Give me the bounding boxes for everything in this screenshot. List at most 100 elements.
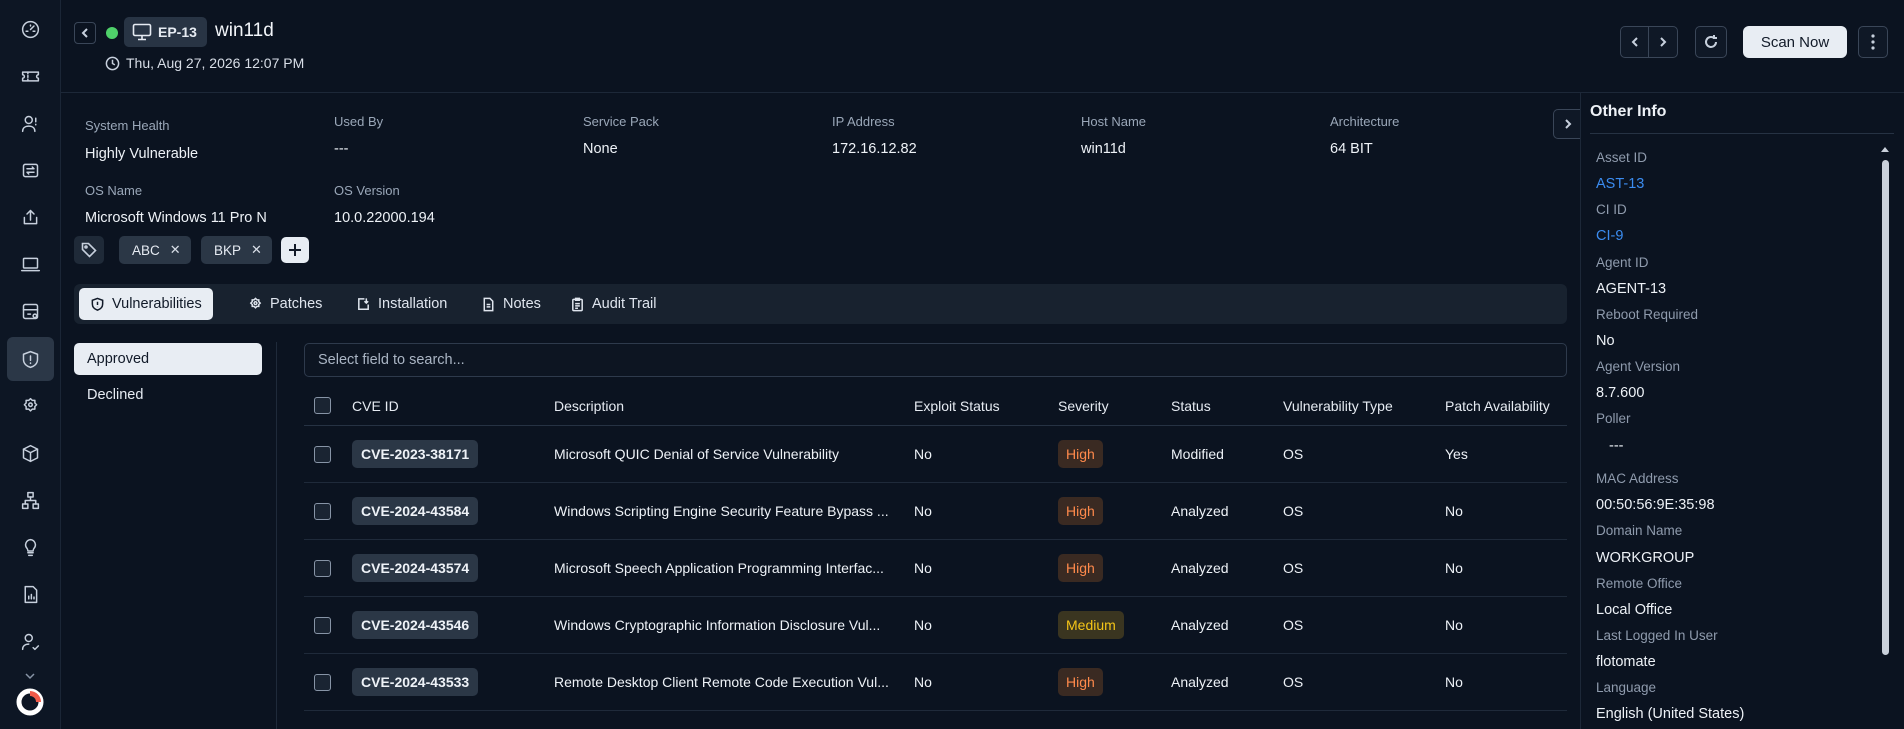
exploit-status-cell: No <box>914 617 932 633</box>
patch-icon <box>249 296 262 309</box>
monitor-icon <box>132 23 152 41</box>
scan-now-button[interactable]: Scan Now <box>1743 26 1847 58</box>
tab-audit-trail[interactable]: Audit Trail <box>559 288 667 320</box>
architecture-label: Architecture <box>1330 114 1400 129</box>
table-row[interactable]: CVE-2024-43533 Remote Desktop Client Rem… <box>304 654 1567 711</box>
collapse-panel-button[interactable] <box>1553 109 1581 139</box>
system-health-label: System Health <box>85 118 170 133</box>
cve-id-link[interactable]: CVE-2024-43546 <box>352 611 479 639</box>
cve-id-cell: CVE-2024-43574 <box>352 540 479 596</box>
online-status-dot <box>106 27 118 39</box>
table-row[interactable]: CVE-2024-43546 Windows Cryptographic Inf… <box>304 597 1567 654</box>
filter-approved[interactable]: Approved <box>74 343 262 375</box>
table-row[interactable]: CVE-2024-43584 Windows Scripting Engine … <box>304 483 1567 540</box>
column-header-severity[interactable]: Severity <box>1058 386 1109 425</box>
previous-record-button[interactable] <box>1621 27 1650 57</box>
tab-label: Audit Trail <box>592 296 657 312</box>
back-button[interactable] <box>74 22 96 44</box>
tag-icon <box>74 236 104 264</box>
table-row[interactable]: CVE-2023-38171 Microsoft QUIC Denial of … <box>304 426 1567 483</box>
kebab-menu-icon <box>1871 34 1875 50</box>
column-header-description[interactable]: Description <box>554 386 624 425</box>
row-checkbox[interactable] <box>314 445 331 463</box>
nav-vulnerability-shield-icon[interactable] <box>7 337 54 381</box>
row-select-cell <box>314 654 331 710</box>
other-info-title: Other Info <box>1590 103 1667 120</box>
side-divider <box>276 342 277 729</box>
nav-change-icon[interactable] <box>7 148 54 192</box>
language-label: Language <box>1596 680 1657 695</box>
nav-users-icon[interactable] <box>7 101 54 145</box>
chevron-left-icon <box>1631 37 1638 47</box>
next-record-button[interactable] <box>1649 27 1677 57</box>
row-select-cell <box>314 426 331 482</box>
chevron-left-icon <box>81 28 88 38</box>
filter-declined[interactable]: Declined <box>74 379 262 411</box>
description-text: Windows Cryptographic Information Disclo… <box>554 616 881 633</box>
agent-version-value: 8.7.600 <box>1596 385 1645 401</box>
tab-vulnerabilities[interactable]: Vulnerabilities <box>79 288 213 320</box>
host-name-value: win11d <box>1081 141 1126 157</box>
cve-id-link[interactable]: CVE-2024-43574 <box>352 554 479 582</box>
remove-tag-close-icon[interactable]: ✕ <box>251 242 262 258</box>
column-header-vulnerability-type[interactable]: Vulnerability Type <box>1283 386 1393 425</box>
select-all-checkbox[interactable] <box>314 397 331 414</box>
row-checkbox[interactable] <box>314 502 331 520</box>
nav-ticket-icon[interactable] <box>7 54 54 98</box>
column-header-exploit-status[interactable]: Exploit Status <box>914 386 1000 425</box>
nav-reports-icon[interactable] <box>7 572 54 616</box>
scroll-up-arrow-icon[interactable] <box>1881 147 1889 152</box>
nav-endpoint-icon[interactable] <box>7 242 54 286</box>
os-version-value: 10.0.22000.194 <box>334 210 435 226</box>
cve-id-link[interactable]: CVE-2023-38171 <box>352 440 479 468</box>
cve-id-link[interactable]: CVE-2024-43533 <box>352 668 479 696</box>
table-header-row: CVE ID Description Exploit Status Severi… <box>304 386 1567 426</box>
vulnerability-type-cell: OS <box>1283 503 1304 519</box>
column-header-patch-availability[interactable]: Patch Availability <box>1445 386 1550 425</box>
ci-id-link[interactable]: CI-9 <box>1596 228 1623 244</box>
tab-patches[interactable]: Patches <box>237 288 333 320</box>
more-options-button[interactable] <box>1858 26 1888 58</box>
refresh-button[interactable] <box>1695 26 1727 58</box>
nav-release-icon[interactable] <box>7 195 54 239</box>
table-row[interactable]: CVE-2024-43574 Microsoft Speech Applicat… <box>304 540 1567 597</box>
panel-scrollbar[interactable] <box>1882 160 1889 655</box>
host-name-label: Host Name <box>1081 114 1147 129</box>
cve-id-cell: CVE-2024-43584 <box>352 483 479 539</box>
nav-dashboard-icon[interactable] <box>7 7 54 51</box>
tab-installation[interactable]: Installation <box>345 288 458 320</box>
search-input[interactable] <box>305 344 1566 376</box>
nav-user-approval-icon[interactable] <box>7 619 54 663</box>
patch-availability-cell: Yes <box>1445 446 1468 462</box>
last-logged-in-user-value: flotomate <box>1596 654 1656 670</box>
exploit-status-cell: No <box>914 503 932 519</box>
remote-office-value: Local Office <box>1596 602 1673 618</box>
nav-patch-icon[interactable] <box>7 384 54 428</box>
domain-name-label: Domain Name <box>1596 523 1683 538</box>
description-cell: Microsoft QUIC Denial of Service Vulnera… <box>554 426 839 482</box>
tab-notes[interactable]: Notes <box>470 288 552 320</box>
agent-id-label: Agent ID <box>1596 255 1649 270</box>
row-checkbox[interactable] <box>314 559 331 577</box>
severity-cell: High <box>1058 426 1103 482</box>
nav-network-icon[interactable] <box>7 478 54 522</box>
column-header-status[interactable]: Status <box>1171 386 1211 425</box>
cve-id-link[interactable]: CVE-2024-43584 <box>352 497 479 525</box>
nav-ideas-bulb-icon[interactable] <box>7 525 54 569</box>
rail-chevron-down-icon[interactable] <box>24 668 36 680</box>
page-title: win11d <box>215 20 274 41</box>
status-cell: Analyzed <box>1171 617 1229 633</box>
os-name-label: OS Name <box>85 183 143 198</box>
nav-package-icon[interactable] <box>7 431 54 475</box>
add-tag-button[interactable] <box>281 237 309 263</box>
remove-tag-close-icon[interactable]: ✕ <box>170 242 181 258</box>
endpoint-id: EP-13 <box>158 24 197 40</box>
row-checkbox[interactable] <box>314 673 331 691</box>
status-cell: Analyzed <box>1171 674 1229 690</box>
patch-availability-cell: No <box>1445 674 1463 690</box>
asset-id-link[interactable]: AST-13 <box>1596 176 1644 192</box>
row-checkbox[interactable] <box>314 616 331 634</box>
column-header-cve-id[interactable]: CVE ID <box>352 386 399 425</box>
nav-asset-icon[interactable] <box>7 289 54 333</box>
clipboard-icon <box>572 297 583 311</box>
